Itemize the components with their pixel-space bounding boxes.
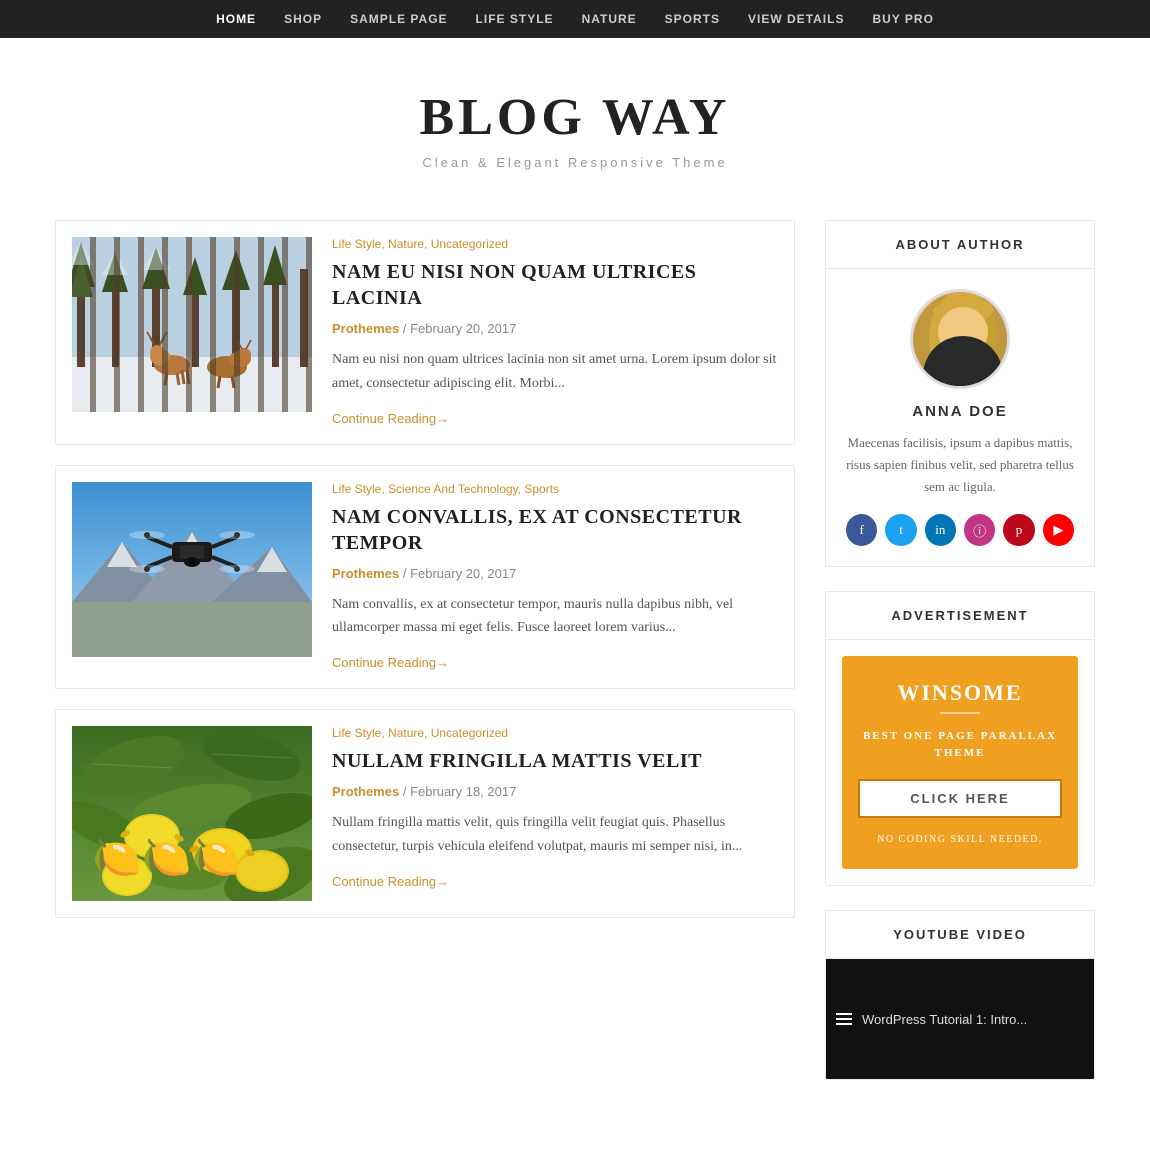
youtube-preview[interactable]: WordPress Tutorial 1: Intro... bbox=[826, 959, 1094, 1079]
site-title: BLOG WAY bbox=[0, 88, 1150, 147]
about-author-title: ABOUT AUTHOR bbox=[826, 221, 1094, 269]
article-date: / February 20, 2017 bbox=[403, 566, 516, 581]
site-tagline: Clean & Elegant Responsive Theme bbox=[0, 155, 1150, 170]
article-body: Life Style, Nature, Uncategorized NAM EU… bbox=[332, 237, 778, 428]
article-thumbnail bbox=[72, 726, 312, 901]
article-title: NAM CONVALLIS, EX AT CONSECTETUR TEMPOR bbox=[332, 504, 778, 556]
nav-home[interactable]: HOME bbox=[216, 12, 256, 26]
youtube-icon[interactable]: ▶ bbox=[1043, 514, 1074, 546]
author-bio: Maecenas facilisis, ipsum a dapibus matt… bbox=[846, 432, 1074, 498]
author-name: ANNA DOE bbox=[846, 403, 1074, 420]
article-body: Life Style, Nature, Uncategorized NULLAM… bbox=[332, 726, 778, 901]
yt-line-2 bbox=[836, 1018, 852, 1020]
main-content: Life Style, Nature, Uncategorized NAM EU… bbox=[55, 220, 795, 1104]
advertisement-title: ADVERTISEMENT bbox=[826, 592, 1094, 640]
nav-sample-page[interactable]: SAMPLE PAGE bbox=[350, 12, 447, 26]
site-header: BLOG WAY Clean & Elegant Responsive Them… bbox=[0, 38, 1150, 200]
article-excerpt: Nam convallis, ex at consectetur tempor,… bbox=[332, 593, 778, 641]
article-categories: Life Style, Nature, Uncategorized bbox=[332, 237, 778, 251]
main-nav: HOME SHOP SAMPLE PAGE LIFE STYLE NATURE … bbox=[0, 0, 1150, 38]
article-categories: Life Style, Nature, Uncategorized bbox=[332, 726, 778, 740]
nav-buy-pro[interactable]: BUY PRO bbox=[872, 12, 933, 26]
ad-brand-title: WINSOME bbox=[858, 680, 1062, 706]
pinterest-icon[interactable]: p bbox=[1003, 514, 1034, 546]
article-card: Life Style, Nature, Uncategorized NAM EU… bbox=[55, 220, 795, 445]
yt-line-1 bbox=[836, 1013, 852, 1015]
nav-view-details[interactable]: VIEW DETAILS bbox=[748, 12, 844, 26]
article-thumbnail bbox=[72, 237, 312, 412]
article-body: Life Style, Science And Technology, Spor… bbox=[332, 482, 778, 673]
instagram-icon[interactable]: ⓘ bbox=[964, 514, 995, 546]
article-author: Prothemes bbox=[332, 784, 399, 799]
nav-sports[interactable]: SPORTS bbox=[665, 12, 720, 26]
youtube-title: YOUTUBE VIDEO bbox=[826, 911, 1094, 959]
continue-reading-link[interactable]: Continue Reading→ bbox=[332, 874, 449, 889]
social-icons: f t in ⓘ p ▶ bbox=[846, 514, 1074, 546]
twitter-icon[interactable]: t bbox=[885, 514, 916, 546]
click-here-button[interactable]: CLICK HERE bbox=[858, 779, 1062, 818]
about-author-widget: ABOUT AUTHOR bbox=[825, 220, 1095, 567]
yt-line-3 bbox=[836, 1023, 852, 1025]
article-author: Prothemes bbox=[332, 321, 399, 336]
article-author: Prothemes bbox=[332, 566, 399, 581]
youtube-widget: YOUTUBE VIDEO WordPress Tutorial 1: Intr… bbox=[825, 910, 1095, 1080]
linkedin-icon[interactable]: in bbox=[925, 514, 956, 546]
page-container: Life Style, Nature, Uncategorized NAM EU… bbox=[35, 200, 1115, 1124]
sidebar: ABOUT AUTHOR bbox=[825, 220, 1095, 1104]
article-meta: Prothemes / February 18, 2017 bbox=[332, 784, 778, 799]
youtube-menu-icon bbox=[836, 1013, 852, 1025]
article-meta: Prothemes / February 20, 2017 bbox=[332, 321, 778, 336]
article-thumbnail bbox=[72, 482, 312, 657]
ad-box: WINSOME BEST ONE PAGE PARALLAX THEME CLI… bbox=[842, 656, 1078, 869]
article-date: / February 18, 2017 bbox=[403, 784, 516, 799]
advertisement-body: WINSOME BEST ONE PAGE PARALLAX THEME CLI… bbox=[826, 640, 1094, 885]
article-categories: Life Style, Science And Technology, Spor… bbox=[332, 482, 778, 496]
facebook-icon[interactable]: f bbox=[846, 514, 877, 546]
nav-nature[interactable]: NATURE bbox=[582, 12, 637, 26]
article-title: NULLAM FRINGILLA MATTIS VELIT bbox=[332, 748, 778, 774]
ad-underline bbox=[940, 712, 980, 714]
article-title: NAM EU NISI NON QUAM ULTRICES LACINIA bbox=[332, 259, 778, 311]
article-meta: Prothemes / February 20, 2017 bbox=[332, 566, 778, 581]
article-excerpt: Nam eu nisi non quam ultrices lacinia no… bbox=[332, 348, 778, 396]
article-card: Life Style, Nature, Uncategorized NULLAM… bbox=[55, 709, 795, 918]
advertisement-widget: ADVERTISEMENT WINSOME BEST ONE PAGE PARA… bbox=[825, 591, 1095, 886]
avatar bbox=[910, 289, 1010, 389]
youtube-video-title: WordPress Tutorial 1: Intro... bbox=[862, 1012, 1027, 1027]
nav-lifestyle[interactable]: LIFE STYLE bbox=[476, 12, 554, 26]
ad-footnote: NO CODING SKILL NEEDED. bbox=[858, 834, 1062, 845]
article-excerpt: Nullam fringilla mattis velit, quis frin… bbox=[332, 811, 778, 859]
article-date: / February 20, 2017 bbox=[403, 321, 516, 336]
article-card: Life Style, Science And Technology, Spor… bbox=[55, 465, 795, 690]
ad-subtitle: BEST ONE PAGE PARALLAX THEME bbox=[858, 728, 1062, 761]
continue-reading-link[interactable]: Continue Reading→ bbox=[332, 411, 449, 426]
about-author-body: ANNA DOE Maecenas facilisis, ipsum a dap… bbox=[826, 269, 1094, 566]
nav-shop[interactable]: SHOP bbox=[284, 12, 322, 26]
continue-reading-link[interactable]: Continue Reading→ bbox=[332, 655, 449, 670]
